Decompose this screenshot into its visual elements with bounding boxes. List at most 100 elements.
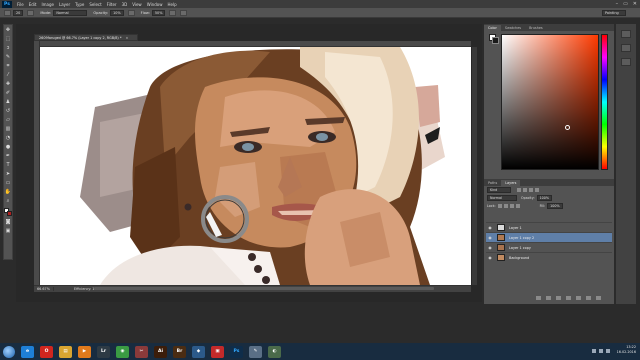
zoom-tool-icon[interactable]: ⌕ [4,197,12,205]
document-tab[interactable]: 2609faruged @ 66.7% (Layer 1 copy 2, RGB… [34,34,138,41]
vertical-scrollbar[interactable] [472,47,477,285]
color-panel-background-swatch[interactable] [492,37,499,44]
clone-stamp-tool-icon[interactable]: ♟ [4,98,12,106]
delete-layer-icon[interactable] [596,295,601,300]
filter-shape-icon[interactable] [535,188,539,192]
menu-window[interactable]: Window [147,2,163,7]
history-panel-icon[interactable] [621,30,631,38]
eraser-tool-icon[interactable]: ▱ [4,116,12,124]
pressure-size-icon[interactable] [180,9,188,16]
tab-paths[interactable]: Paths [484,180,501,186]
history-brush-tool-icon[interactable]: ↺ [4,107,12,115]
taskbar-misc-icon[interactable]: ◐ [268,345,281,358]
taskbar-bridge-icon[interactable]: Br [173,345,186,358]
filter-type-icon[interactable] [529,188,533,192]
shape-tool-icon[interactable]: ▭ [4,179,12,187]
layer-row-layer-1[interactable]: ◉ Layer 1 [486,222,612,232]
eyedropper-tool-icon[interactable]: ⁄ [4,71,12,79]
link-layers-icon[interactable] [536,295,541,300]
layer-style-icon[interactable] [546,295,551,300]
filter-pixel-icon[interactable] [517,188,521,192]
tab-brushes[interactable]: Brushes [525,25,547,31]
lasso-tool-icon[interactable]: ↄ [4,44,12,52]
hue-slider[interactable] [601,34,608,170]
lock-position-icon[interactable] [509,204,514,208]
menu-3d[interactable]: 3D [122,2,128,7]
taskbar-lightroom-icon[interactable]: Lr [97,345,110,358]
new-layer-icon[interactable] [586,295,591,300]
background-color-swatch[interactable] [7,211,12,216]
new-group-icon[interactable] [576,295,581,300]
taskbar-opera-icon[interactable]: O [40,345,53,358]
path-select-tool-icon[interactable]: ➤ [4,170,12,178]
hand-tool-icon[interactable]: ✋ [4,188,12,196]
menu-select[interactable]: Select [89,2,101,7]
taskbar-other-icon[interactable]: ◆ [192,345,205,358]
image-canvas[interactable] [40,47,471,285]
flag-icon[interactable] [606,349,610,353]
screen-mode-icon[interactable]: ▣ [4,227,12,235]
visibility-eye-icon[interactable]: ◉ [486,225,494,230]
pressure-opacity-icon[interactable] [127,9,135,16]
brush-panel-icon[interactable] [27,9,35,16]
visibility-eye-icon[interactable]: ◉ [486,255,494,260]
taskbar-photoshop-icon[interactable]: Ps [230,345,243,358]
horizontal-scrollbar[interactable] [94,287,434,290]
lock-transparent-icon[interactable] [497,204,502,208]
menu-type[interactable]: Type [75,2,84,7]
menu-image[interactable]: Image [41,2,54,7]
minimize-button[interactable]: – [616,1,619,7]
adjustment-layer-icon[interactable] [566,295,571,300]
filter-adjust-icon[interactable] [523,188,527,192]
document-close-icon[interactable]: × [126,36,129,40]
layer-row-background[interactable]: ◉ Background [486,252,612,262]
adjustments-panel-icon[interactable] [621,58,631,66]
layer-row-layer-1-copy[interactable]: ◉ Layer 1 copy [486,242,612,252]
quick-mask-icon[interactable]: ◙ [4,218,12,226]
visibility-eye-icon[interactable]: ◉ [486,235,494,240]
menu-layer[interactable]: Layer [59,2,70,7]
menu-edit[interactable]: Edit [29,2,37,7]
system-clock[interactable]: 13:22 16.02.2016 [617,345,636,355]
taskbar-media-icon[interactable]: ▶ [78,345,91,358]
opacity-field[interactable]: 10% [110,9,124,16]
taskbar-illustrator-icon[interactable]: Ai [154,345,167,358]
menu-view[interactable]: View [132,2,142,7]
gradient-tool-icon[interactable]: ▥ [4,125,12,133]
visibility-eye-icon[interactable]: ◉ [486,245,494,250]
tab-layers[interactable]: Layers [501,180,521,186]
healing-tool-icon[interactable]: ✚ [4,80,12,88]
close-button[interactable]: ✕ [633,1,637,7]
layer-kind-filter[interactable]: Kind [487,187,511,193]
network-icon[interactable] [592,349,596,353]
type-tool-icon[interactable]: T [4,161,12,169]
fg-bg-color-swatches[interactable] [4,208,12,217]
airbrush-icon[interactable] [169,9,177,16]
volume-icon[interactable] [599,349,603,353]
taskbar-ie-icon[interactable]: e [21,345,34,358]
menu-file[interactable]: File [17,2,24,7]
lock-image-icon[interactable] [503,204,508,208]
menu-help[interactable]: Help [167,2,176,7]
move-tool-icon[interactable]: ✥ [4,26,12,34]
brush-size-picker[interactable]: 20 [13,9,24,16]
blend-mode-select[interactable]: Normal [487,195,517,201]
blur-tool-icon[interactable]: ◔ [4,134,12,142]
menu-filter[interactable]: Filter [107,2,117,7]
taskbar-explorer-icon[interactable]: ▤ [59,345,72,358]
zoom-level[interactable]: 66.67% [34,287,54,291]
taskbar-red-app-icon[interactable]: ▣ [211,345,224,358]
dodge-tool-icon[interactable]: ● [4,143,12,151]
color-picker-field[interactable] [501,34,599,170]
marquee-tool-icon[interactable]: ⬚ [4,35,12,43]
quick-select-tool-icon[interactable]: ✎ [4,53,12,61]
mode-select[interactable]: Normal [53,9,88,16]
properties-panel-icon[interactable] [621,44,631,52]
pen-tool-icon[interactable]: ✒ [4,152,12,160]
brush-tool-icon[interactable]: ✐ [4,89,12,97]
taskbar-notes-icon[interactable]: ✎ [249,345,262,358]
lock-all-icon[interactable] [515,204,520,208]
maximize-button[interactable]: ▭ [623,1,628,7]
workspace-select[interactable]: Painting [602,10,626,16]
tab-swatches[interactable]: Swatches [501,25,525,31]
